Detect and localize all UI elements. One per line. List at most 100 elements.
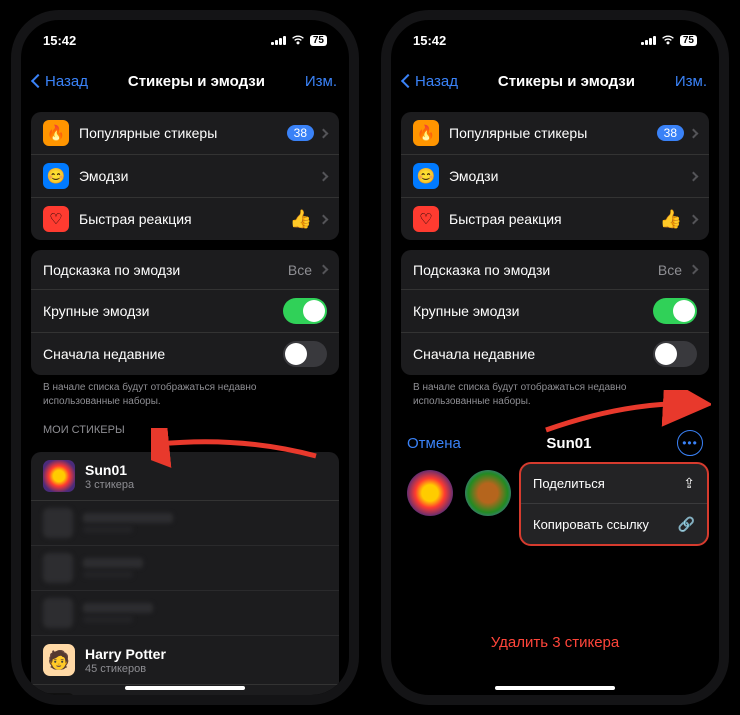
- recent-first-toggle[interactable]: [653, 341, 697, 367]
- emoji-icon: 😊: [43, 163, 69, 189]
- heart-icon: ♡: [43, 206, 69, 232]
- sticker-previews: [401, 466, 517, 520]
- wifi-icon: [291, 35, 305, 45]
- phone-left: 15:42 75 Назад Стикеры и эмодзи Изм. 🔥 П…: [11, 10, 359, 705]
- large-emoji-label: Крупные эмодзи: [43, 303, 283, 319]
- popular-stickers-row[interactable]: 🔥 Популярные стикеры 38: [401, 112, 709, 155]
- settings-group: Подсказка по эмодзи Все Крупные эмодзи С…: [31, 250, 339, 375]
- context-menu: Поделиться ⇪ Копировать ссылку 🔗: [519, 462, 709, 546]
- hint-label: Подсказка по эмодзи: [413, 262, 658, 278]
- sticker-preview-2[interactable]: [465, 470, 511, 516]
- status-time: 15:42: [413, 33, 446, 48]
- quick-reaction-label: Быстрая реакция: [449, 211, 660, 227]
- blurred-pack-3: [31, 591, 339, 636]
- signal-icon: [641, 36, 656, 45]
- delete-stickers-button[interactable]: Удалить 3 стикера: [391, 618, 719, 667]
- edit-button[interactable]: Изм.: [675, 73, 707, 90]
- blurred-pack-2: [31, 546, 339, 591]
- share-menu-item[interactable]: Поделиться ⇪: [521, 464, 707, 504]
- notch: [480, 20, 630, 46]
- nav-bar: Назад Стикеры и эмодзи Изм.: [391, 60, 719, 102]
- sticker-pack-hp[interactable]: 🧑 Harry Potter 45 стикеров: [31, 636, 339, 685]
- emoji-hint-row[interactable]: Подсказка по эмодзи Все: [31, 250, 339, 290]
- copy-label: Копировать ссылку: [533, 517, 678, 532]
- large-emoji-toggle[interactable]: [283, 298, 327, 324]
- popular-count-badge: 38: [287, 125, 314, 141]
- chevron-right-icon: [689, 214, 699, 224]
- hint-value: Все: [288, 262, 312, 278]
- quick-reaction-row[interactable]: ♡ Быстрая реакция 👍: [31, 198, 339, 240]
- sticker-preview-1[interactable]: [407, 470, 453, 516]
- page-title: Стикеры и эмодзи: [498, 73, 635, 90]
- emoji-icon: 😊: [413, 163, 439, 189]
- recent-first-row: Сначала недавние: [31, 333, 339, 375]
- recent-first-row: Сначала недавние: [401, 333, 709, 375]
- popular-count-badge: 38: [657, 125, 684, 141]
- recent-first-toggle[interactable]: [283, 341, 327, 367]
- hp-sub: 45 стикеров: [85, 663, 327, 675]
- fire-icon: 🔥: [413, 120, 439, 146]
- cherry-name: Hot Cherry: [85, 695, 327, 696]
- fire-icon: 🔥: [43, 120, 69, 146]
- sun-avatar: [43, 460, 75, 492]
- copy-link-menu-item[interactable]: Копировать ссылку 🔗: [521, 504, 707, 544]
- emoji-label: Эмодзи: [449, 168, 690, 184]
- home-indicator[interactable]: [495, 686, 615, 690]
- back-button[interactable]: Назад: [403, 73, 458, 90]
- share-label: Поделиться: [533, 476, 683, 491]
- battery-icon: 75: [680, 35, 697, 46]
- chevron-right-icon: [319, 128, 329, 138]
- thumbs-up-icon: 👍: [660, 209, 682, 230]
- quick-reaction-label: Быстрая реакция: [79, 211, 290, 227]
- settings-group: Подсказка по эмодзи Все Крупные эмодзи С…: [401, 250, 709, 375]
- emoji-label: Эмодзи: [79, 168, 320, 184]
- recent-first-label: Сначала недавние: [413, 346, 653, 362]
- content-scroll[interactable]: 🔥 Популярные стикеры 38 😊 Эмодзи ♡ Быстр…: [21, 102, 349, 695]
- sun-sub: 3 стикера: [85, 479, 327, 491]
- nav-bar: Назад Стикеры и эмодзи Изм.: [21, 60, 349, 102]
- edit-button[interactable]: Изм.: [305, 73, 337, 90]
- emoji-hint-row[interactable]: Подсказка по эмодзи Все: [401, 250, 709, 290]
- chevron-right-icon: [319, 265, 329, 275]
- link-icon: 🔗: [678, 516, 695, 533]
- recent-first-label: Сначала недавние: [43, 346, 283, 362]
- large-emoji-toggle[interactable]: [653, 298, 697, 324]
- hp-avatar: 🧑: [43, 644, 75, 676]
- blurred-pack-1: [31, 501, 339, 546]
- phone-right: 15:42 75 Назад Стикеры и эмодзи Изм. 🔥 П…: [381, 10, 729, 705]
- settings-footnote: В начале списка будут отображаться недав…: [31, 375, 339, 408]
- quick-reaction-row[interactable]: ♡ Быстрая реакция 👍: [401, 198, 709, 240]
- home-indicator[interactable]: [125, 686, 245, 690]
- chevron-right-icon: [319, 171, 329, 181]
- battery-icon: 75: [310, 35, 327, 46]
- large-emoji-row: Крупные эмодзи: [31, 290, 339, 333]
- hint-value: Все: [658, 262, 682, 278]
- popular-stickers-row[interactable]: 🔥 Популярные стикеры 38: [31, 112, 339, 155]
- chevron-right-icon: [689, 265, 699, 275]
- chevron-left-icon: [401, 74, 415, 88]
- chevron-left-icon: [31, 74, 45, 88]
- hp-name: Harry Potter: [85, 646, 327, 662]
- chevron-right-icon: [319, 214, 329, 224]
- wifi-icon: [661, 35, 675, 45]
- my-stickers-group: Sun01 3 стикера 🧑 Harry Potter 45 стикер…: [31, 452, 339, 695]
- chevron-right-icon: [689, 171, 699, 181]
- emoji-row[interactable]: 😊 Эмодзи: [31, 155, 339, 198]
- heart-icon: ♡: [413, 206, 439, 232]
- large-emoji-row: Крупные эмодзи: [401, 290, 709, 333]
- hint-label: Подсказка по эмодзи: [43, 262, 288, 278]
- status-time: 15:42: [43, 33, 76, 48]
- back-button[interactable]: Назад: [33, 73, 88, 90]
- emoji-row[interactable]: 😊 Эмодзи: [401, 155, 709, 198]
- cancel-button[interactable]: Отмена: [407, 435, 461, 452]
- notch: [110, 20, 260, 46]
- page-title: Стикеры и эмодзи: [128, 73, 265, 90]
- signal-icon: [271, 36, 286, 45]
- cherry-avatar: 🍒: [43, 693, 75, 695]
- top-group: 🔥 Популярные стикеры 38 😊 Эмодзи ♡ Быстр…: [401, 112, 709, 240]
- share-icon: ⇪: [683, 475, 695, 492]
- popular-label: Популярные стикеры: [79, 125, 287, 141]
- top-group: 🔥 Популярные стикеры 38 😊 Эмодзи ♡ Быстр…: [31, 112, 339, 240]
- annotation-arrow-right: [541, 390, 711, 440]
- chevron-right-icon: [689, 128, 699, 138]
